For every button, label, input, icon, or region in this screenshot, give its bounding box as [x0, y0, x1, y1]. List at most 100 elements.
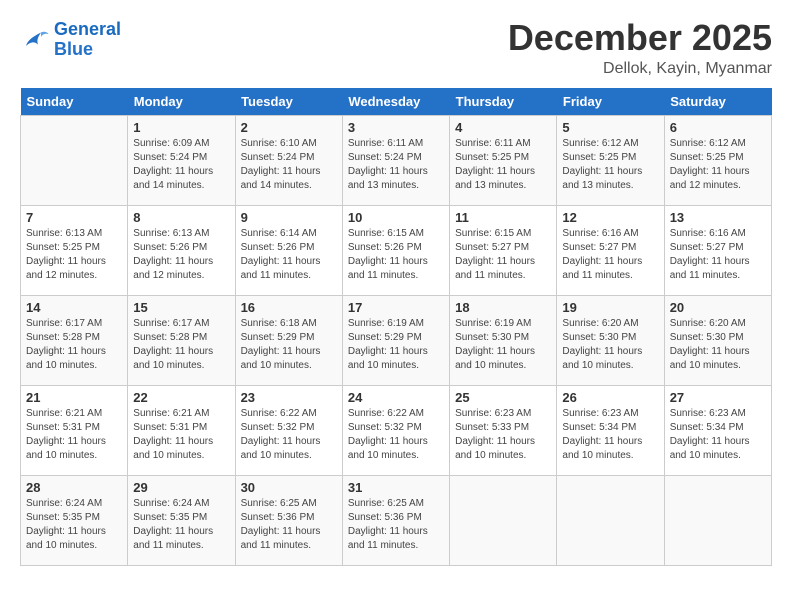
day-cell: 14Sunrise: 6:17 AMSunset: 5:28 PMDayligh… [21, 296, 128, 386]
column-header-sunday: Sunday [21, 88, 128, 116]
day-number: 31 [348, 480, 444, 495]
week-row-5: 28 Sunrise: 6:24 AMSunset: 5:35 PMDayligh… [21, 476, 772, 566]
day-info: Sunrise: 6:20 AMSunset: 5:30 PMDaylight:… [562, 317, 658, 373]
day-number: 13 [670, 210, 766, 225]
column-header-tuesday: Tuesday [235, 88, 342, 116]
day-info: Sunrise: 6:19 AMSunset: 5:30 PMDaylight:… [455, 317, 551, 373]
day-info: Sunrise: 6:15 AMSunset: 5:26 PMDaylight:… [348, 227, 444, 283]
day-cell [664, 476, 771, 566]
day-cell: 20 Sunrise: 6:20 AMSunset: 5:30 PMDayligh… [664, 296, 771, 386]
column-header-saturday: Saturday [664, 88, 771, 116]
column-header-friday: Friday [557, 88, 664, 116]
day-cell: 12 Sunrise: 6:16 AMSunset: 5:27 PMDayligh… [557, 206, 664, 296]
day-number: 7 [26, 210, 122, 225]
header-row: SundayMondayTuesdayWednesdayThursdayFrid… [21, 88, 772, 116]
day-cell: 23 Sunrise: 6:22 AMSunset: 5:32 PMDayligh… [235, 386, 342, 476]
day-info: Sunrise: 6:21 AMSunset: 5:31 PMDaylight:… [26, 407, 122, 463]
location-title: Dellok, Kayin, Myanmar [508, 60, 772, 78]
day-number: 3 [348, 120, 444, 135]
column-header-monday: Monday [128, 88, 235, 116]
day-cell: 22 Sunrise: 6:21 AMSunset: 5:31 PMDayligh… [128, 386, 235, 476]
day-cell [450, 476, 557, 566]
day-number: 20 [670, 300, 766, 315]
day-number: 30 [241, 480, 337, 495]
day-cell: 3 Sunrise: 6:11 AMSunset: 5:24 PMDaylight… [342, 116, 449, 206]
logo-line2: Blue [54, 39, 93, 59]
day-info: Sunrise: 6:09 AMSunset: 5:24 PMDaylight:… [133, 137, 229, 193]
day-number: 12 [562, 210, 658, 225]
day-cell: 21 Sunrise: 6:21 AMSunset: 5:31 PMDayligh… [21, 386, 128, 476]
day-cell: 29 Sunrise: 6:24 AMSunset: 5:35 PMDayligh… [128, 476, 235, 566]
day-number: 23 [241, 390, 337, 405]
day-cell: 17Sunrise: 6:19 AMSunset: 5:29 PMDayligh… [342, 296, 449, 386]
day-info: Sunrise: 6:22 AMSunset: 5:32 PMDaylight:… [348, 407, 444, 463]
day-number: 11 [455, 210, 551, 225]
day-number: 18 [455, 300, 551, 315]
day-cell: 31 Sunrise: 6:25 AMSunset: 5:36 PMDayligh… [342, 476, 449, 566]
day-info: Sunrise: 6:19 AMSunset: 5:29 PMDaylight:… [348, 317, 444, 373]
day-number: 4 [455, 120, 551, 135]
day-info: Sunrise: 6:20 AMSunset: 5:30 PMDaylight:… [670, 317, 766, 373]
day-cell: 30 Sunrise: 6:25 AMSunset: 5:36 PMDayligh… [235, 476, 342, 566]
day-cell: 9 Sunrise: 6:14 AMSunset: 5:26 PMDaylight… [235, 206, 342, 296]
month-title: December 2025 [508, 20, 772, 56]
day-number: 6 [670, 120, 766, 135]
day-cell: 7Sunrise: 6:13 AMSunset: 5:25 PMDaylight… [21, 206, 128, 296]
day-number: 1 [133, 120, 229, 135]
day-number: 29 [133, 480, 229, 495]
day-cell [21, 116, 128, 206]
day-number: 22 [133, 390, 229, 405]
day-cell: 16Sunrise: 6:18 AMSunset: 5:29 PMDayligh… [235, 296, 342, 386]
day-info: Sunrise: 6:12 AMSunset: 5:25 PMDaylight:… [562, 137, 658, 193]
day-cell: 10 Sunrise: 6:15 AMSunset: 5:26 PMDayligh… [342, 206, 449, 296]
day-number: 21 [26, 390, 122, 405]
column-header-thursday: Thursday [450, 88, 557, 116]
day-info: Sunrise: 6:12 AMSunset: 5:25 PMDaylight:… [670, 137, 766, 193]
day-info: Sunrise: 6:17 AMSunset: 5:28 PMDaylight:… [133, 317, 229, 373]
day-cell: 8 Sunrise: 6:13 AMSunset: 5:26 PMDaylight… [128, 206, 235, 296]
day-number: 9 [241, 210, 337, 225]
column-header-wednesday: Wednesday [342, 88, 449, 116]
day-number: 28 [26, 480, 122, 495]
calendar-table: SundayMondayTuesdayWednesdayThursdayFrid… [20, 88, 772, 566]
logo: General Blue [20, 20, 121, 60]
day-cell: 18 Sunrise: 6:19 AMSunset: 5:30 PMDayligh… [450, 296, 557, 386]
day-info: Sunrise: 6:11 AMSunset: 5:25 PMDaylight:… [455, 137, 551, 193]
title-block: December 2025 Dellok, Kayin, Myanmar [508, 20, 772, 78]
day-info: Sunrise: 6:25 AMSunset: 5:36 PMDaylight:… [348, 497, 444, 553]
week-row-3: 14 Sunrise: 6:17 AMSunset: 5:28 PMDayligh… [21, 296, 772, 386]
day-cell: 28Sunrise: 6:24 AMSunset: 5:35 PMDayligh… [21, 476, 128, 566]
day-info: Sunrise: 6:23 AMSunset: 5:33 PMDaylight:… [455, 407, 551, 463]
day-number: 16 [241, 300, 337, 315]
day-cell: 4 Sunrise: 6:11 AMSunset: 5:25 PMDaylight… [450, 116, 557, 206]
week-row-1: 1 Sunrise: 6:09 AMSunset: 5:24 PMDaylight… [21, 116, 772, 206]
day-number: 15 [133, 300, 229, 315]
day-info: Sunrise: 6:22 AMSunset: 5:32 PMDaylight:… [241, 407, 337, 463]
day-cell: 27Sunrise: 6:23 AMSunset: 5:34 PMDayligh… [664, 386, 771, 476]
day-cell: 6 Sunrise: 6:12 AMSunset: 5:25 PMDaylight… [664, 116, 771, 206]
day-info: Sunrise: 6:25 AMSunset: 5:36 PMDaylight:… [241, 497, 337, 553]
day-info: Sunrise: 6:13 AMSunset: 5:26 PMDaylight:… [133, 227, 229, 283]
day-cell: 26Sunrise: 6:23 AMSunset: 5:34 PMDayligh… [557, 386, 664, 476]
day-cell: 11 Sunrise: 6:15 AMSunset: 5:27 PMDayligh… [450, 206, 557, 296]
day-info: Sunrise: 6:21 AMSunset: 5:31 PMDaylight:… [133, 407, 229, 463]
day-number: 2 [241, 120, 337, 135]
day-number: 24 [348, 390, 444, 405]
day-cell: 2Sunrise: 6:10 AMSunset: 5:24 PMDaylight… [235, 116, 342, 206]
day-cell [557, 476, 664, 566]
week-row-4: 21 Sunrise: 6:21 AMSunset: 5:31 PMDayligh… [21, 386, 772, 476]
day-info: Sunrise: 6:11 AMSunset: 5:24 PMDaylight:… [348, 137, 444, 193]
day-info: Sunrise: 6:23 AMSunset: 5:34 PMDaylight:… [562, 407, 658, 463]
day-info: Sunrise: 6:24 AMSunset: 5:35 PMDaylight:… [133, 497, 229, 553]
day-info: Sunrise: 6:16 AMSunset: 5:27 PMDaylight:… [562, 227, 658, 283]
day-cell: 19Sunrise: 6:20 AMSunset: 5:30 PMDayligh… [557, 296, 664, 386]
day-number: 5 [562, 120, 658, 135]
day-info: Sunrise: 6:14 AMSunset: 5:26 PMDaylight:… [241, 227, 337, 283]
day-info: Sunrise: 6:15 AMSunset: 5:27 PMDaylight:… [455, 227, 551, 283]
day-number: 8 [133, 210, 229, 225]
day-number: 10 [348, 210, 444, 225]
day-cell: 25Sunrise: 6:23 AMSunset: 5:33 PMDayligh… [450, 386, 557, 476]
day-number: 14 [26, 300, 122, 315]
week-row-2: 7Sunrise: 6:13 AMSunset: 5:25 PMDaylight… [21, 206, 772, 296]
logo-line1: General [54, 19, 121, 39]
